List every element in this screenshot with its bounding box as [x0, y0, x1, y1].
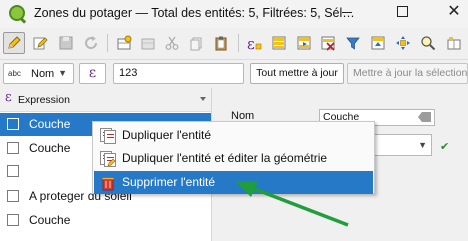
reload-icon: [85, 36, 98, 50]
update-value-input[interactable]: 123: [113, 63, 244, 84]
expression-icon: ε: [5, 90, 12, 105]
new-field-button[interactable]: [443, 32, 465, 54]
edit-pencil-icon: [8, 36, 21, 49]
add-feature-icon: [117, 35, 132, 50]
save-edits-button[interactable]: [55, 32, 77, 54]
row-checkbox[interactable]: [7, 214, 19, 226]
invert-selection-button[interactable]: [293, 32, 315, 54]
qgis-logo-icon: [9, 5, 25, 21]
expression-header-label: Expression: [18, 94, 70, 106]
sort-arrow-icon: [200, 97, 206, 101]
field-calculator-bar: abc Nom ▼ ε 123 Tout mettre à jour Mettr…: [0, 60, 468, 88]
toolbar-separator: [107, 34, 108, 52]
expression-icon: ε: [88, 65, 97, 81]
chevron-down-icon: ▼: [58, 68, 67, 78]
multi-edit-button[interactable]: [29, 32, 51, 54]
attribute-table-toolbar: ε: [0, 28, 468, 60]
minimize-button[interactable]: [342, 12, 352, 13]
close-button[interactable]: ✕: [446, 2, 462, 22]
row-checkbox[interactable]: [7, 142, 19, 154]
multi-edit-icon: [33, 37, 48, 50]
list-item[interactable]: Couche: [0, 209, 211, 232]
expression-builder-button[interactable]: ε: [79, 63, 106, 84]
duplicate-icon: [100, 128, 116, 144]
paste-button[interactable]: [210, 32, 232, 54]
menu-item-delete-feature[interactable]: Supprimer l'entité: [94, 171, 373, 194]
zoom-to-selected-button[interactable]: [417, 32, 439, 54]
field-select-value: Nom: [31, 68, 55, 80]
menu-item-label: Dupliquer l'entité et éditer la géométri…: [122, 151, 328, 165]
window-title: Zones du potager — Total des entités: 5,…: [34, 6, 355, 20]
delete-icon: [141, 38, 155, 50]
row-checkbox[interactable]: [7, 118, 19, 130]
zoom-to-selected-icon: [421, 36, 436, 51]
row-checkbox[interactable]: [7, 165, 19, 177]
delete-selected-button[interactable]: [137, 32, 159, 54]
pan-to-selected-icon: [396, 36, 410, 50]
duplicate-edit-icon: [100, 151, 116, 167]
move-selection-top-icon: [371, 36, 385, 50]
toolbar-separator: [238, 34, 239, 52]
list-item-label: Couche: [29, 213, 71, 227]
deselect-icon: [321, 36, 335, 51]
update-selection-button[interactable]: Mettre à jour la sélection: [347, 63, 468, 84]
chevron-down-icon: ▼: [418, 140, 427, 150]
cut-icon: [165, 36, 179, 50]
maximize-button[interactable]: [397, 6, 408, 17]
copy-button[interactable]: [185, 32, 207, 54]
list-item-label: Couche: [29, 117, 71, 131]
update-all-button[interactable]: Tout mettre à jour: [250, 63, 344, 84]
row-checkbox[interactable]: [7, 190, 19, 202]
toggle-editing-button[interactable]: [3, 32, 25, 54]
select-by-expression-button[interactable]: ε: [243, 32, 265, 54]
copy-icon: [190, 37, 202, 51]
cut-button[interactable]: [161, 32, 183, 54]
filter-icon: [346, 37, 360, 50]
new-field-icon: [447, 37, 461, 50]
select-all-button[interactable]: [268, 32, 290, 54]
reload-button[interactable]: [80, 32, 102, 54]
context-menu: Dupliquer l'entité Dupliquer l'entité et…: [92, 121, 375, 194]
field-select[interactable]: abc Nom ▼: [3, 63, 74, 84]
menu-item-label: Supprimer l'entité: [122, 175, 215, 189]
menu-item-label: Dupliquer l'entité: [122, 128, 212, 142]
pan-to-selected-button[interactable]: [392, 32, 414, 54]
string-type-icon: abc: [8, 69, 21, 78]
menu-item-duplicate-edit-geometry[interactable]: Dupliquer l'entité et éditer la géométri…: [94, 147, 373, 170]
paste-icon: [215, 36, 227, 51]
valid-check-icon: ✔: [440, 141, 450, 153]
move-selection-to-top-button[interactable]: [367, 32, 389, 54]
save-icon: [59, 36, 73, 50]
menu-item-duplicate-feature[interactable]: Dupliquer l'entité: [94, 124, 373, 147]
invert-selection-icon: [297, 36, 311, 50]
add-feature-button[interactable]: [113, 32, 135, 54]
expression-header[interactable]: ε Expression: [0, 88, 211, 112]
select-all-icon: [272, 36, 286, 50]
deselect-all-button[interactable]: [317, 32, 339, 54]
filter-button[interactable]: [342, 32, 364, 54]
title-bar: Zones du potager — Total des entités: 5,…: [0, 0, 468, 28]
expression-select-icon: ε: [247, 35, 262, 51]
list-item-label: Couche: [29, 141, 71, 155]
svg-text:ε: ε: [247, 35, 255, 51]
delete-feature-icon: [100, 175, 116, 191]
